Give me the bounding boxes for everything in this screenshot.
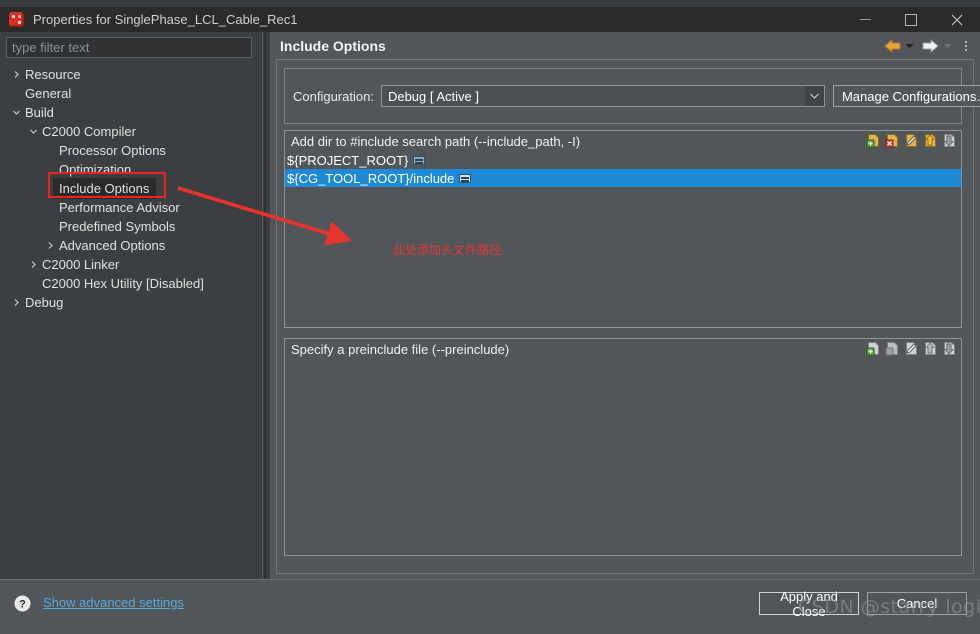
maximize-icon[interactable] bbox=[888, 7, 934, 32]
page-title: Include Options bbox=[280, 37, 386, 54]
chevron-right-icon[interactable] bbox=[27, 258, 40, 271]
configuration-select[interactable]: Debug [ Active ] bbox=[380, 85, 825, 107]
delete-icon[interactable] bbox=[885, 133, 900, 148]
question-mark-icon[interactable]: ? bbox=[14, 595, 31, 612]
footer-divider bbox=[0, 579, 980, 580]
sidebar-item-optimization[interactable]: Optimization bbox=[0, 160, 258, 179]
preinclude-panel-toolbar bbox=[866, 341, 957, 356]
csdn-watermark: CSDN @starry logic bbox=[798, 596, 980, 618]
include-path-text: ${PROJECT_ROOT} bbox=[287, 152, 409, 168]
sidebar-item-label: Advanced Options bbox=[59, 238, 166, 253]
configuration-group: Configuration: Debug [ Active ] Manage C… bbox=[284, 68, 980, 124]
include-panel-toolbar bbox=[866, 133, 957, 148]
sidebar-item-resource[interactable]: Resource bbox=[0, 65, 258, 84]
preinclude-panel-header: Specify a preinclude file (--preinclude) bbox=[285, 339, 961, 359]
list-item[interactable]: ${PROJECT_ROOT} bbox=[285, 151, 961, 169]
search-input[interactable] bbox=[6, 37, 252, 58]
page-nav-toolbar bbox=[884, 38, 980, 54]
move-down-icon[interactable] bbox=[942, 341, 957, 356]
sidebar-item-general[interactable]: General bbox=[0, 84, 258, 103]
configuration-selected-value: Debug [ Active ] bbox=[387, 88, 480, 104]
configuration-label: Configuration: bbox=[293, 88, 374, 104]
cut-off-toolbar-strip: HUC MHIL MOU PDB LOG GEL SEMIUCLEI bbox=[0, 0, 980, 7]
settings-page-pane: Include Options Configuration: Debug [A… bbox=[270, 32, 980, 579]
sidebar-item-label: C2000 Compiler bbox=[42, 124, 136, 139]
sidebar-item-label: General bbox=[25, 86, 72, 101]
sidebar-item-label: C2000 Linker bbox=[42, 257, 120, 272]
sidebar-item-c2000-hex-utility[interactable]: C2000 Hex Utility [Disabled] bbox=[0, 274, 258, 293]
sidebar-item-label: Predefined Symbols bbox=[59, 219, 176, 234]
variable-icon bbox=[459, 173, 472, 183]
sidebar-item-label: Performance Advisor bbox=[59, 200, 180, 215]
move-up-icon[interactable] bbox=[923, 341, 938, 356]
chevron-down-icon[interactable] bbox=[27, 125, 40, 138]
sidebar-item-label: Resource bbox=[25, 67, 81, 82]
cut-off-toolbar-ghost-text: HUC MHIL MOU PDB LOG GEL SEMIUCLEI bbox=[0, 0, 241, 3]
window-title: Properties for SinglePhase_LCL_Cable_Rec… bbox=[33, 12, 298, 27]
sidebar-item-include-options[interactable]: Include Options bbox=[0, 178, 258, 199]
sidebar-item-label: Build bbox=[25, 105, 54, 120]
chevron-down-icon[interactable] bbox=[804, 86, 824, 106]
sidebar-item-advanced-options[interactable]: Advanced Options bbox=[0, 236, 258, 255]
close-icon[interactable] bbox=[934, 7, 980, 32]
manage-configurations-button[interactable]: Manage Configurations... bbox=[832, 85, 980, 107]
add-icon[interactable] bbox=[866, 341, 881, 356]
page-content: Configuration: Debug [ Active ] Manage C… bbox=[276, 59, 980, 574]
sidebar-item-predefined-symbols[interactable]: Predefined Symbols bbox=[0, 217, 258, 236]
window-controls bbox=[842, 7, 980, 32]
preinclude-panel-header-label: Specify a preinclude file (--preinclude) bbox=[291, 341, 510, 357]
chevron-down-icon[interactable] bbox=[10, 106, 23, 119]
forward-arrow-icon[interactable] bbox=[922, 38, 939, 53]
filter-field-wrapper bbox=[6, 37, 252, 58]
chevron-right-icon[interactable] bbox=[44, 239, 57, 252]
sidebar-item-label: Debug bbox=[25, 295, 64, 310]
preinclude-file-panel: Specify a preinclude file (--preinclude) bbox=[284, 338, 962, 556]
pane-divider[interactable] bbox=[258, 32, 270, 579]
annotation-note: 此处添加头文件路径 bbox=[393, 243, 502, 257]
view-menu-icon[interactable] bbox=[960, 38, 972, 54]
forward-history-chevron-down-icon bbox=[943, 41, 952, 50]
sidebar-item-label: Include Options bbox=[53, 178, 157, 199]
edit-icon[interactable] bbox=[904, 341, 919, 356]
include-search-path-panel: Add dir to #include search path (--inclu… bbox=[284, 130, 962, 328]
settings-tree-pane: Resource General Build C2000 Compiler Pr… bbox=[0, 32, 258, 579]
minimize-icon[interactable] bbox=[842, 7, 888, 32]
list-item[interactable]: ${CG_TOOL_ROOT}/include bbox=[285, 169, 961, 187]
sidebar-item-debug[interactable]: Debug bbox=[0, 293, 258, 312]
move-up-icon[interactable] bbox=[923, 133, 938, 148]
delete-icon[interactable] bbox=[885, 341, 900, 356]
dialog-body: Resource General Build C2000 Compiler Pr… bbox=[0, 32, 980, 579]
sidebar-item-label: Processor Options bbox=[59, 143, 166, 158]
back-arrow-icon[interactable] bbox=[884, 38, 901, 53]
sidebar-item-label: Optimization bbox=[59, 162, 132, 177]
dice-icon bbox=[9, 12, 24, 27]
edit-icon[interactable] bbox=[904, 133, 919, 148]
include-panel-header: Add dir to #include search path (--inclu… bbox=[285, 131, 961, 151]
page-header: Include Options bbox=[270, 32, 980, 59]
window-title-bar: Properties for SinglePhase_LCL_Cable_Rec… bbox=[0, 7, 980, 32]
svg-text:?: ? bbox=[19, 598, 26, 610]
move-down-icon[interactable] bbox=[942, 133, 957, 148]
sidebar-item-performance-advisor[interactable]: Performance Advisor bbox=[0, 198, 258, 217]
include-panel-header-label: Add dir to #include search path (--inclu… bbox=[291, 133, 581, 149]
chevron-right-icon[interactable] bbox=[10, 296, 23, 309]
add-icon[interactable] bbox=[866, 133, 881, 148]
sidebar-item-processor-options[interactable]: Processor Options bbox=[0, 141, 258, 160]
configuration-row: Configuration: Debug [ Active ] Manage C… bbox=[293, 85, 980, 107]
variable-icon bbox=[413, 155, 426, 165]
show-advanced-settings-link[interactable]: Show advanced settings bbox=[43, 595, 184, 610]
sidebar-item-c2000-linker[interactable]: C2000 Linker bbox=[0, 255, 258, 274]
sidebar-item-build[interactable]: Build bbox=[0, 103, 258, 122]
include-path-text: ${CG_TOOL_ROOT}/include bbox=[287, 170, 455, 186]
chevron-right-icon[interactable] bbox=[10, 68, 23, 81]
settings-tree: Resource General Build C2000 Compiler Pr… bbox=[0, 65, 258, 312]
back-history-chevron-down-icon[interactable] bbox=[905, 41, 914, 50]
sidebar-item-c2000-compiler[interactable]: C2000 Compiler bbox=[0, 122, 258, 141]
sidebar-item-label: C2000 Hex Utility [Disabled] bbox=[42, 276, 204, 291]
